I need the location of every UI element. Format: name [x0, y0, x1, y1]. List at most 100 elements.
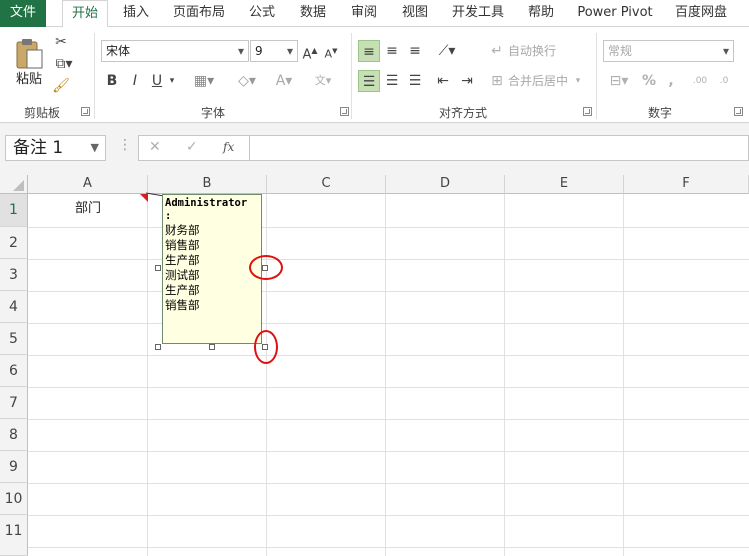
orientation-icon[interactable]: ⟋▾ — [433, 40, 461, 62]
paste-button[interactable] — [14, 37, 44, 71]
column-header-c[interactable]: C — [267, 175, 386, 194]
resize-handle-bottom[interactable] — [209, 344, 215, 350]
comment-line: 销售部 — [165, 298, 200, 312]
cell-a1[interactable]: 部门 — [28, 199, 148, 219]
merge-center-icon[interactable]: ⊞ — [488, 70, 506, 92]
bold-button[interactable]: B — [104, 70, 120, 92]
row-header-2[interactable]: 2 — [0, 227, 28, 259]
format-painter-icon[interactable]: 🖌 — [52, 75, 70, 97]
increase-decimal-icon[interactable]: .00 — [690, 70, 710, 92]
column-header-d[interactable]: D — [386, 175, 505, 194]
name-box[interactable]: 备注 1 ▼ — [5, 135, 106, 161]
more-options-icon[interactable]: ⋮ — [118, 137, 132, 153]
font-launcher-icon[interactable] — [340, 107, 349, 116]
tab-home[interactable]: 开始 — [62, 0, 108, 28]
gridline — [28, 323, 749, 324]
wrap-text-button[interactable]: 自动换行 — [508, 40, 556, 62]
row-header-6[interactable]: 6 — [0, 355, 28, 387]
wrap-text-icon[interactable]: ↵ — [488, 40, 506, 62]
column-header-e[interactable]: E — [505, 175, 624, 194]
gridline — [385, 194, 386, 556]
align-center-icon[interactable]: ☰ — [382, 70, 402, 92]
tab-insert[interactable]: 插入 — [115, 0, 157, 27]
row-header-1[interactable]: 1 — [0, 194, 28, 227]
grow-font-icon[interactable]: A▲ — [302, 40, 318, 66]
clipboard-launcher-icon[interactable] — [81, 107, 90, 116]
italic-button[interactable]: I — [127, 70, 143, 92]
select-all-corner[interactable] — [0, 175, 28, 194]
underline-dropdown-icon[interactable]: ▾ — [166, 70, 178, 92]
tab-formulas[interactable]: 公式 — [242, 0, 282, 27]
enter-icon[interactable]: ✓ — [186, 139, 198, 155]
group-separator — [94, 33, 95, 119]
align-bottom-icon[interactable]: ≡ — [405, 40, 425, 62]
formula-buttons: ✕ ✓ fx — [138, 135, 250, 161]
tab-page-layout[interactable]: 页面布局 — [166, 0, 232, 27]
resize-handle-left[interactable] — [155, 265, 161, 271]
row-header-11[interactable]: 11 — [0, 515, 28, 556]
comment-author-colon: : — [165, 210, 172, 222]
row-header-4[interactable]: 4 — [0, 291, 28, 323]
gridline — [623, 194, 624, 556]
decrease-decimal-icon[interactable]: .0 — [714, 70, 734, 92]
font-group-label: 字体 — [200, 106, 225, 120]
highlight-ring — [249, 255, 283, 280]
underline-button[interactable]: U — [149, 70, 165, 92]
tab-view[interactable]: 视图 — [395, 0, 435, 27]
gridline — [147, 194, 148, 556]
font-size-select[interactable]: 9 ▾ — [250, 40, 298, 62]
formula-input[interactable] — [250, 135, 749, 161]
row-header-10[interactable]: 10 — [0, 483, 28, 515]
cancel-icon[interactable]: ✕ — [149, 139, 161, 155]
phonetic-icon[interactable]: 文▾ — [308, 70, 338, 92]
row-header-8[interactable]: 8 — [0, 419, 28, 451]
align-left-icon[interactable]: ☰ — [358, 70, 380, 92]
accounting-format-icon[interactable]: ⊟▾ — [605, 70, 633, 92]
copy-icon[interactable]: ⧉▾ — [52, 53, 76, 75]
align-right-icon[interactable]: ☰ — [405, 70, 425, 92]
insert-function-icon[interactable]: fx — [223, 140, 234, 154]
shrink-font-icon[interactable]: A▼ — [323, 40, 339, 66]
tab-review[interactable]: 审阅 — [344, 0, 384, 27]
font-size-value: 9 — [255, 44, 263, 58]
number-format-select[interactable]: 常规 ▾ — [603, 40, 734, 62]
fill-color-icon[interactable]: ◇▾ — [232, 70, 262, 92]
column-header-f[interactable]: F — [624, 175, 749, 194]
resize-handle-bottom-left[interactable] — [155, 344, 161, 350]
number-format-value: 常规 — [608, 44, 633, 58]
tab-baidu-netdisk[interactable]: 百度网盘 — [668, 0, 734, 27]
comma-button[interactable]: , — [664, 70, 678, 92]
comment-line: 测试部 — [165, 268, 200, 282]
comment-line: 销售部 — [165, 238, 200, 252]
font-color-icon[interactable]: A▾ — [270, 70, 298, 92]
comment-line: 生产部 — [165, 283, 200, 297]
number-launcher-icon[interactable] — [734, 107, 743, 116]
clipboard-group-label: 剪贴板 — [23, 106, 60, 120]
row-header-3[interactable]: 3 — [0, 259, 28, 291]
tab-help[interactable]: 帮助 — [520, 0, 562, 27]
comment-line: 生产部 — [165, 253, 200, 267]
row-header-9[interactable]: 9 — [0, 451, 28, 483]
tab-data[interactable]: 数据 — [293, 0, 333, 27]
increase-indent-icon[interactable]: ⇥ — [457, 70, 477, 92]
merge-center-button[interactable]: 合并后居中 — [508, 70, 568, 92]
merge-dropdown-icon[interactable]: ▾ — [572, 70, 584, 92]
alignment-launcher-icon[interactable] — [583, 107, 592, 116]
cut-icon[interactable]: ✂ — [52, 31, 70, 53]
chevron-down-icon: ▼ — [90, 141, 99, 154]
decrease-indent-icon[interactable]: ⇤ — [433, 70, 453, 92]
group-separator — [351, 33, 352, 119]
percent-button[interactable]: % — [640, 70, 658, 92]
tab-file[interactable]: 文件 — [0, 0, 46, 27]
tab-developer[interactable]: 开发工具 — [446, 0, 510, 27]
tab-power-pivot[interactable]: Power Pivot — [572, 0, 658, 27]
row-header-7[interactable]: 7 — [0, 387, 28, 419]
row-header-5[interactable]: 5 — [0, 323, 28, 355]
font-name-select[interactable]: 宋体 ▾ — [101, 40, 249, 62]
column-header-a[interactable]: A — [28, 175, 148, 194]
borders-icon[interactable]: ▦▾ — [191, 70, 217, 92]
comment-box[interactable]: Administrator : 财务部 销售部 生产部 测试部 生产部 销售部 — [162, 194, 262, 344]
paste-label[interactable]: 粘贴 — [14, 68, 44, 87]
align-top-icon[interactable]: ≡ — [358, 40, 380, 62]
align-middle-icon[interactable]: ≡ — [382, 40, 402, 62]
